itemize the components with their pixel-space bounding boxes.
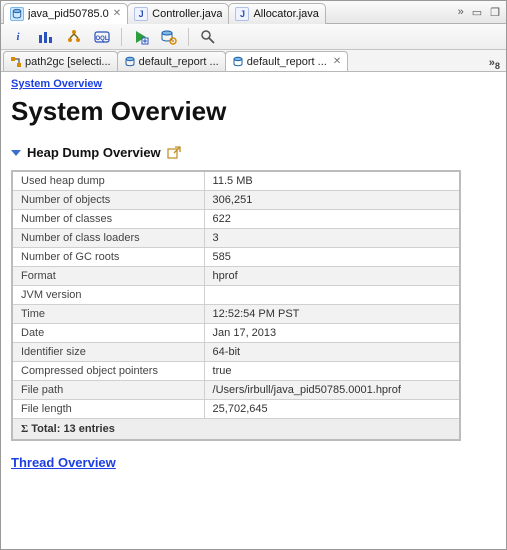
query-browser-icon[interactable] bbox=[160, 28, 178, 46]
twisty-down-icon[interactable] bbox=[11, 150, 21, 156]
inner-tab-overflow[interactable]: »8 bbox=[483, 57, 506, 71]
breadcrumb[interactable]: System Overview bbox=[11, 78, 102, 90]
run-query-icon[interactable] bbox=[132, 28, 150, 46]
table-row: Number of classes622 bbox=[12, 210, 460, 229]
toolbar: i OQL bbox=[1, 24, 506, 50]
minimize-icon[interactable]: ▭ bbox=[472, 6, 482, 19]
table-row: File length25,702,645 bbox=[12, 400, 460, 419]
table-row: File path/Users/irbull/java_pid50785.000… bbox=[12, 381, 460, 400]
table-row: Number of class loaders3 bbox=[12, 229, 460, 248]
svg-text:OQL: OQL bbox=[96, 36, 109, 42]
inner-tab-label: path2gc [selecti... bbox=[25, 56, 111, 68]
editor-tab-allocator[interactable]: J Allocator.java bbox=[228, 3, 325, 24]
histogram-icon[interactable] bbox=[37, 28, 55, 46]
editor-overflow-icon[interactable]: » bbox=[458, 6, 464, 19]
java-file-icon: J bbox=[235, 7, 249, 21]
table-row: DateJan 17, 2013 bbox=[12, 324, 460, 343]
maximize-icon[interactable]: ❐ bbox=[490, 6, 500, 19]
info-icon[interactable]: i bbox=[9, 28, 27, 46]
report-icon bbox=[232, 56, 244, 68]
table-row: Number of objects306,251 bbox=[12, 191, 460, 210]
heap-dump-icon bbox=[10, 7, 24, 21]
editor-tab-label: Allocator.java bbox=[253, 8, 318, 20]
editor-tab-label: java_pid50785.0 bbox=[28, 8, 109, 20]
editor-tab-hprof[interactable]: java_pid50785.0 ✕ bbox=[3, 3, 128, 24]
table-footer: Σ Total: 13 entries bbox=[12, 419, 460, 441]
link-thread-overview[interactable]: Thread Overview bbox=[11, 455, 116, 470]
table-row: Time12:52:54 PM PST bbox=[12, 305, 460, 324]
editor-tab-label: Controller.java bbox=[152, 8, 222, 20]
close-icon[interactable]: ✕ bbox=[113, 8, 121, 19]
inner-tabs: path2gc [selecti... default_report ... d… bbox=[1, 50, 506, 72]
toolbar-separator bbox=[121, 28, 122, 46]
table-row: Identifier size64-bit bbox=[12, 343, 460, 362]
table-row: Number of GC roots585 bbox=[12, 248, 460, 267]
table-row: JVM version bbox=[12, 286, 460, 305]
section-title: Heap Dump Overview bbox=[27, 145, 161, 160]
tab-default-report-2[interactable]: default_report ... ✕ bbox=[225, 51, 349, 71]
content-area: System Overview System Overview Heap Dum… bbox=[1, 72, 506, 549]
path2gc-icon bbox=[10, 56, 22, 68]
inner-tab-label: default_report ... bbox=[139, 56, 219, 68]
editor-tabs: java_pid50785.0 ✕ J Controller.java J Al… bbox=[1, 1, 506, 24]
tab-default-report-1[interactable]: default_report ... bbox=[117, 51, 226, 71]
oql-icon[interactable]: OQL bbox=[93, 28, 111, 46]
close-icon[interactable]: ✕ bbox=[333, 56, 341, 67]
section-heap-dump-overview[interactable]: Heap Dump Overview bbox=[11, 145, 496, 160]
toolbar-separator bbox=[188, 28, 189, 46]
open-external-icon[interactable] bbox=[167, 146, 181, 160]
java-file-icon: J bbox=[134, 7, 148, 21]
dominator-tree-icon[interactable] bbox=[65, 28, 83, 46]
editor-tab-controller[interactable]: J Controller.java bbox=[127, 3, 229, 24]
heap-dump-properties-table: Used heap dump11.5 MB Number of objects3… bbox=[11, 170, 461, 441]
table-row: Used heap dump11.5 MB bbox=[12, 171, 460, 191]
inner-tab-label: default_report ... bbox=[247, 56, 327, 68]
table-row: Formathprof bbox=[12, 267, 460, 286]
report-icon bbox=[124, 56, 136, 68]
search-icon[interactable] bbox=[199, 28, 217, 46]
table-row: Compressed object pointerstrue bbox=[12, 362, 460, 381]
page-title: System Overview bbox=[11, 96, 496, 127]
tab-path2gc[interactable]: path2gc [selecti... bbox=[3, 51, 118, 71]
